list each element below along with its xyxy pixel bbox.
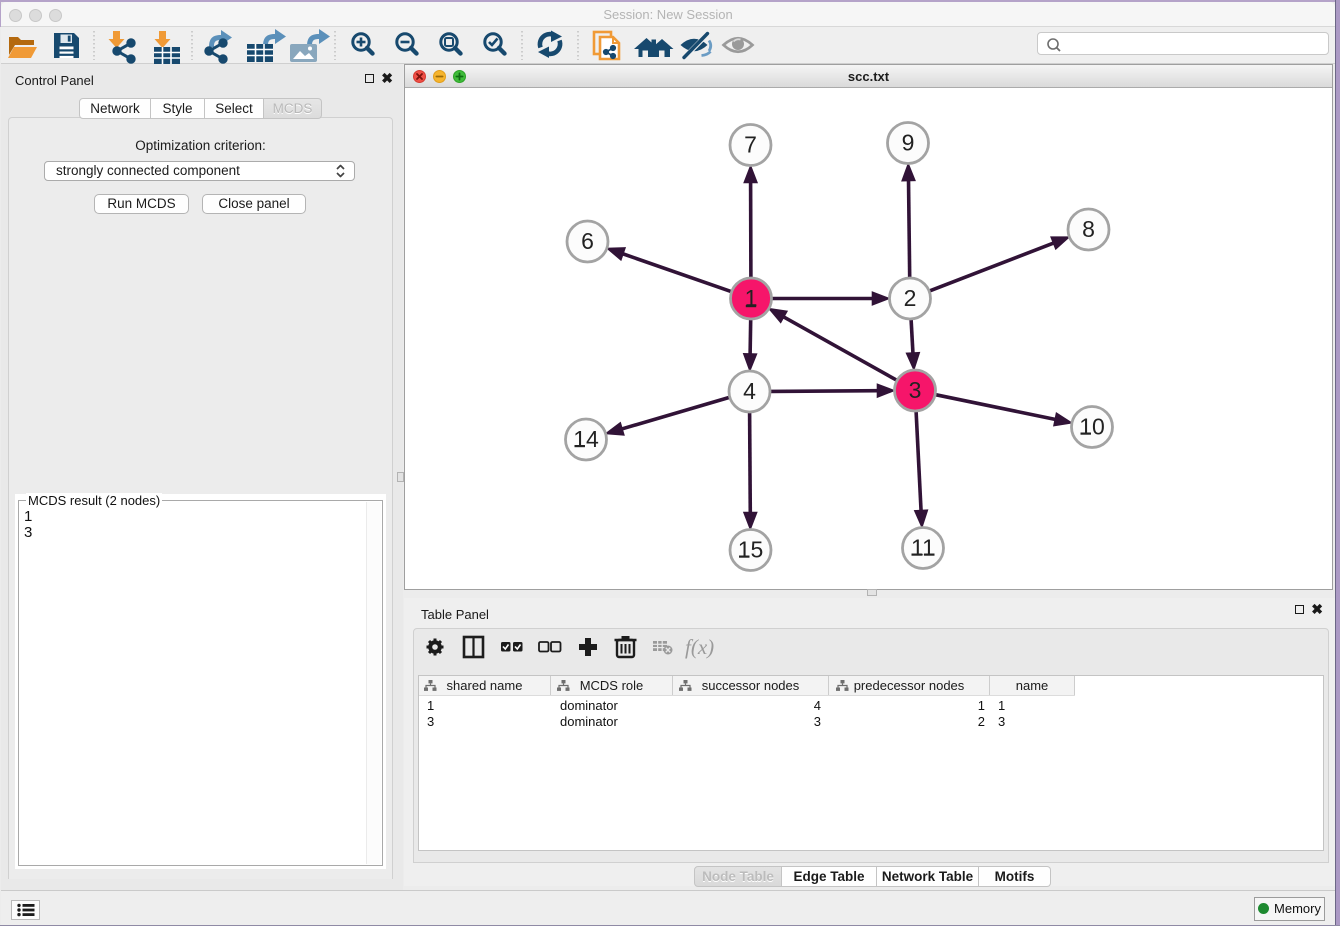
svg-text:11: 11: [911, 535, 935, 561]
svg-text:2: 2: [904, 285, 917, 311]
svg-text:15: 15: [738, 537, 764, 563]
svg-text:3: 3: [909, 377, 922, 403]
svg-text:6: 6: [581, 228, 594, 254]
svg-text:10: 10: [1079, 414, 1105, 440]
svg-text:4: 4: [743, 378, 756, 404]
svg-text:14: 14: [573, 426, 599, 452]
svg-text:9: 9: [902, 130, 915, 156]
svg-text:7: 7: [744, 132, 757, 158]
svg-text:8: 8: [1082, 216, 1095, 242]
svg-text:f(x): f(x): [685, 635, 714, 659]
